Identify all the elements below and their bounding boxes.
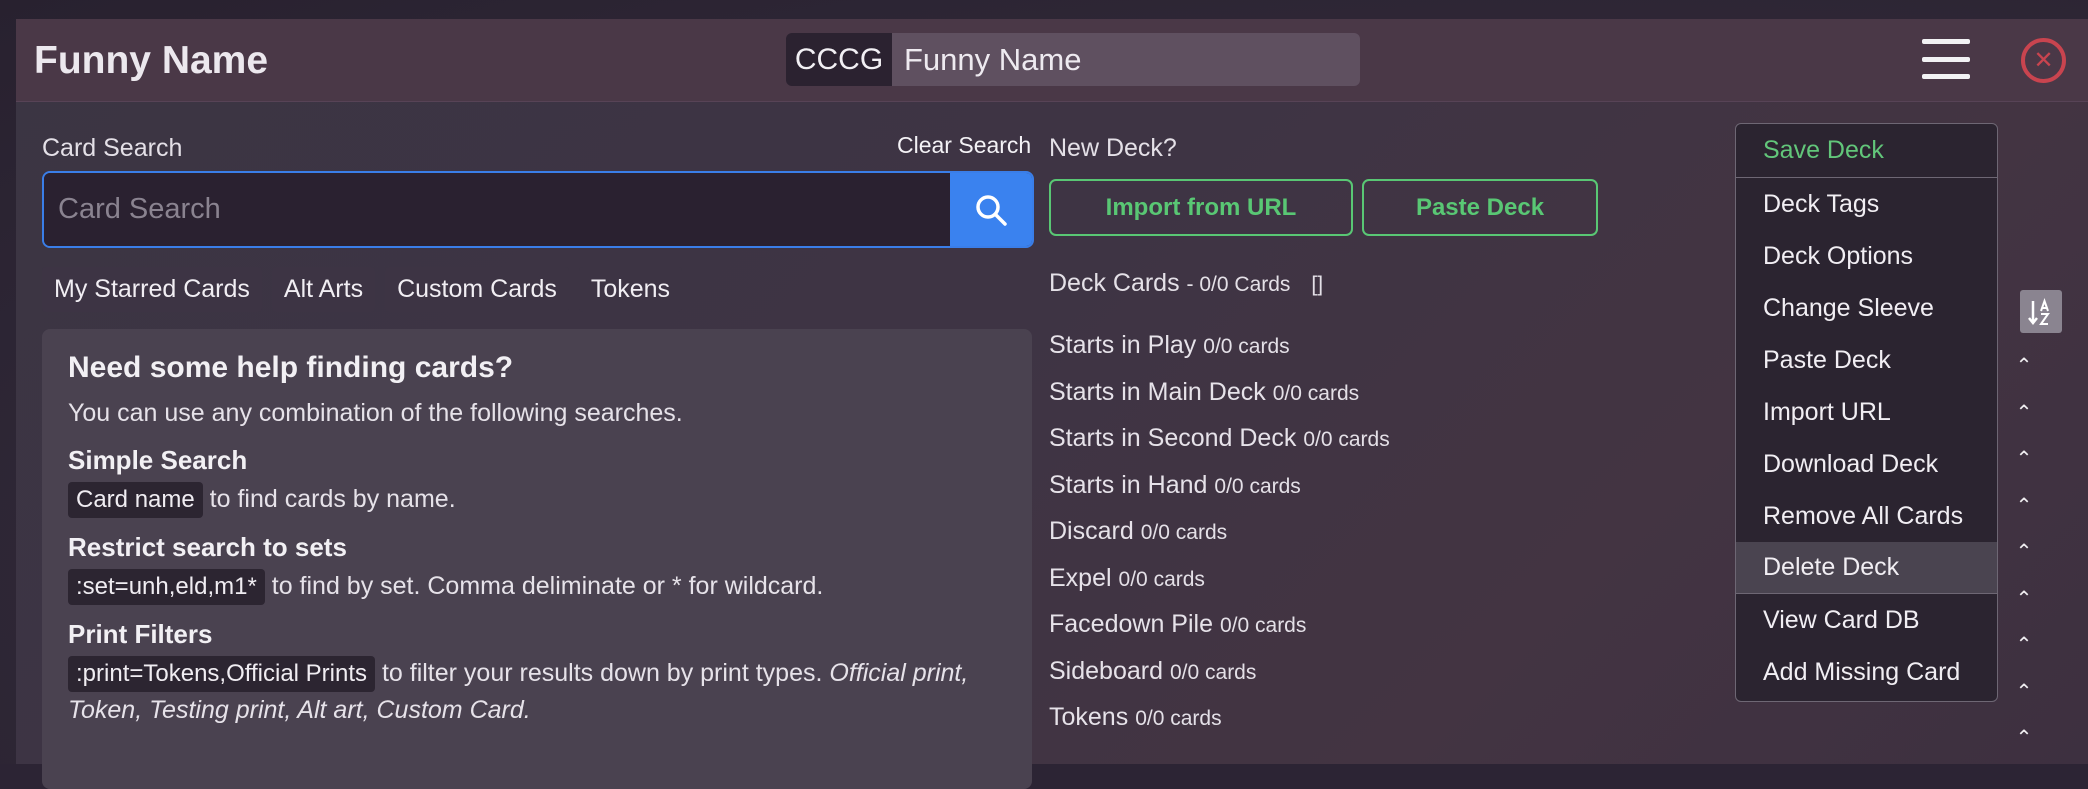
chevron-up-icon[interactable]: ⌃ bbox=[2012, 586, 2036, 633]
chevron-up-icon[interactable]: ⌃ bbox=[2012, 493, 2036, 540]
search-icon bbox=[976, 194, 1007, 226]
paste-deck-button[interactable]: Paste Deck bbox=[1362, 179, 1598, 236]
chevron-up-icon[interactable]: ⌃ bbox=[2012, 679, 2036, 726]
menu-item-save-deck[interactable]: Save Deck bbox=[1736, 124, 1997, 178]
new-deck-label: New Deck? bbox=[1049, 134, 1177, 162]
zone-discard[interactable]: Discard 0/0 cards bbox=[1049, 517, 1390, 564]
help-heading-print: Print Filters bbox=[68, 619, 213, 649]
filter-tokens-button[interactable]: Tokens bbox=[578, 267, 683, 312]
chevron-up-icon[interactable]: ⌃ bbox=[2012, 539, 2036, 586]
zone-tokens[interactable]: Tokens 0/0 cards bbox=[1049, 703, 1390, 750]
help-example-print: :print=Tokens,Official Prints to filter … bbox=[68, 655, 1006, 728]
help-example-simple: Card name to find cards by name. bbox=[68, 481, 1006, 518]
deck-tags-value: [] bbox=[1311, 273, 1324, 296]
chevron-up-icon[interactable]: ⌃ bbox=[2012, 353, 2036, 400]
chevron-up-icon[interactable]: ⌃ bbox=[2012, 632, 2036, 679]
menu-item-remove-all-cards[interactable]: Remove All Cards bbox=[1736, 490, 1997, 542]
zone-starts-in-play[interactable]: Starts in Play 0/0 cards bbox=[1049, 331, 1390, 378]
chevron-up-icon[interactable]: ⌃ bbox=[2012, 400, 2036, 447]
import-from-url-button[interactable]: Import from URL bbox=[1049, 179, 1353, 236]
close-icon[interactable]: ✕ bbox=[2021, 38, 2066, 83]
card-search-label: Card Search bbox=[42, 134, 183, 162]
zone-collapse-chevrons: ⌃ ⌃ ⌃ ⌃ ⌃ ⌃ ⌃ ⌃ ⌃ bbox=[2012, 353, 2036, 772]
deck-cards-count: - 0/0 Cards bbox=[1186, 273, 1291, 296]
help-code-print: :print=Tokens,Official Prints bbox=[68, 656, 376, 692]
menu-item-view-card-db[interactable]: View Card DB bbox=[1736, 594, 1997, 646]
help-heading-sets: Restrict search to sets bbox=[68, 532, 347, 562]
menu-hamburger-icon[interactable] bbox=[1922, 39, 1970, 79]
help-text-print: to filter your results down by print typ… bbox=[375, 659, 830, 687]
search-filter-row: My Starred Cards Alt Arts Custom Cards T… bbox=[42, 267, 683, 312]
deck-name-input[interactable] bbox=[892, 33, 1360, 86]
deck-cards-label: Deck Cards bbox=[1049, 269, 1180, 297]
deck-editor-modal: Funny Name CCCG ✕ Card Search Clear Sear… bbox=[16, 19, 2088, 789]
card-search-input[interactable] bbox=[44, 173, 950, 246]
menu-item-add-missing-card[interactable]: Add Missing Card bbox=[1736, 646, 1997, 698]
top-bar: Funny Name CCCG ✕ bbox=[16, 19, 2088, 102]
search-button[interactable] bbox=[950, 173, 1032, 246]
menu-item-deck-options[interactable]: Deck Options bbox=[1736, 230, 1997, 282]
menu-item-deck-tags[interactable]: Deck Tags bbox=[1736, 178, 1997, 230]
menu-item-change-sleeve[interactable]: Change Sleeve bbox=[1736, 282, 1997, 334]
chevron-up-icon[interactable]: ⌃ bbox=[2012, 446, 2036, 493]
clear-search-link[interactable]: Clear Search bbox=[897, 132, 1031, 159]
filter-alt-arts-button[interactable]: Alt Arts bbox=[271, 267, 376, 312]
deck-zone-list: Starts in Play 0/0 cards Starts in Main D… bbox=[1049, 331, 1390, 750]
help-title: Need some help finding cards? bbox=[68, 351, 514, 384]
help-intro: You can use any combination of the follo… bbox=[68, 399, 683, 427]
sort-alpha-icon bbox=[2028, 297, 2050, 325]
filter-starred-button[interactable]: My Starred Cards bbox=[42, 267, 262, 312]
help-heading-simple: Simple Search bbox=[68, 445, 248, 475]
zone-starts-in-hand[interactable]: Starts in Hand 0/0 cards bbox=[1049, 471, 1390, 518]
menu-item-download-deck[interactable]: Download Deck bbox=[1736, 438, 1997, 490]
help-code-sets: :set=unh,eld,m1* bbox=[68, 569, 265, 605]
zone-facedown-pile[interactable]: Facedown Pile 0/0 cards bbox=[1049, 610, 1390, 657]
zone-starts-in-second-deck[interactable]: Starts in Second Deck 0/0 cards bbox=[1049, 424, 1390, 471]
deck-title: Funny Name bbox=[34, 39, 269, 82]
zone-expel[interactable]: Expel 0/0 cards bbox=[1049, 564, 1390, 611]
zone-sideboard[interactable]: Sideboard 0/0 cards bbox=[1049, 657, 1390, 704]
zone-starts-in-main-deck[interactable]: Starts in Main Deck 0/0 cards bbox=[1049, 378, 1390, 425]
filter-custom-cards-button[interactable]: Custom Cards bbox=[385, 267, 569, 312]
help-example-sets: :set=unh,eld,m1* to find by set. Comma d… bbox=[68, 568, 1006, 605]
menu-item-delete-deck[interactable]: Delete Deck bbox=[1736, 542, 1997, 594]
help-text-sets: to find by set. Comma deliminate or * fo… bbox=[264, 572, 824, 600]
deck-cards-header: Deck Cards - 0/0 Cards [] bbox=[1049, 269, 1323, 298]
help-text-simple: to find cards by name. bbox=[202, 485, 456, 513]
menu-item-paste-deck[interactable]: Paste Deck bbox=[1736, 334, 1997, 386]
search-help-panel: Need some help finding cards? You can us… bbox=[42, 329, 1032, 789]
help-code-simple: Card name bbox=[68, 482, 203, 518]
menu-item-import-url[interactable]: Import URL bbox=[1736, 386, 1997, 438]
card-search-box bbox=[42, 171, 1034, 248]
sort-alpha-button[interactable] bbox=[2020, 290, 2062, 333]
deck-name-prefix: CCCG bbox=[786, 33, 892, 86]
deck-actions-menu: Save Deck Deck Tags Deck Options Change … bbox=[1735, 123, 1998, 702]
deck-name-group: CCCG bbox=[786, 33, 1360, 86]
chevron-up-icon[interactable]: ⌃ bbox=[2012, 725, 2036, 772]
